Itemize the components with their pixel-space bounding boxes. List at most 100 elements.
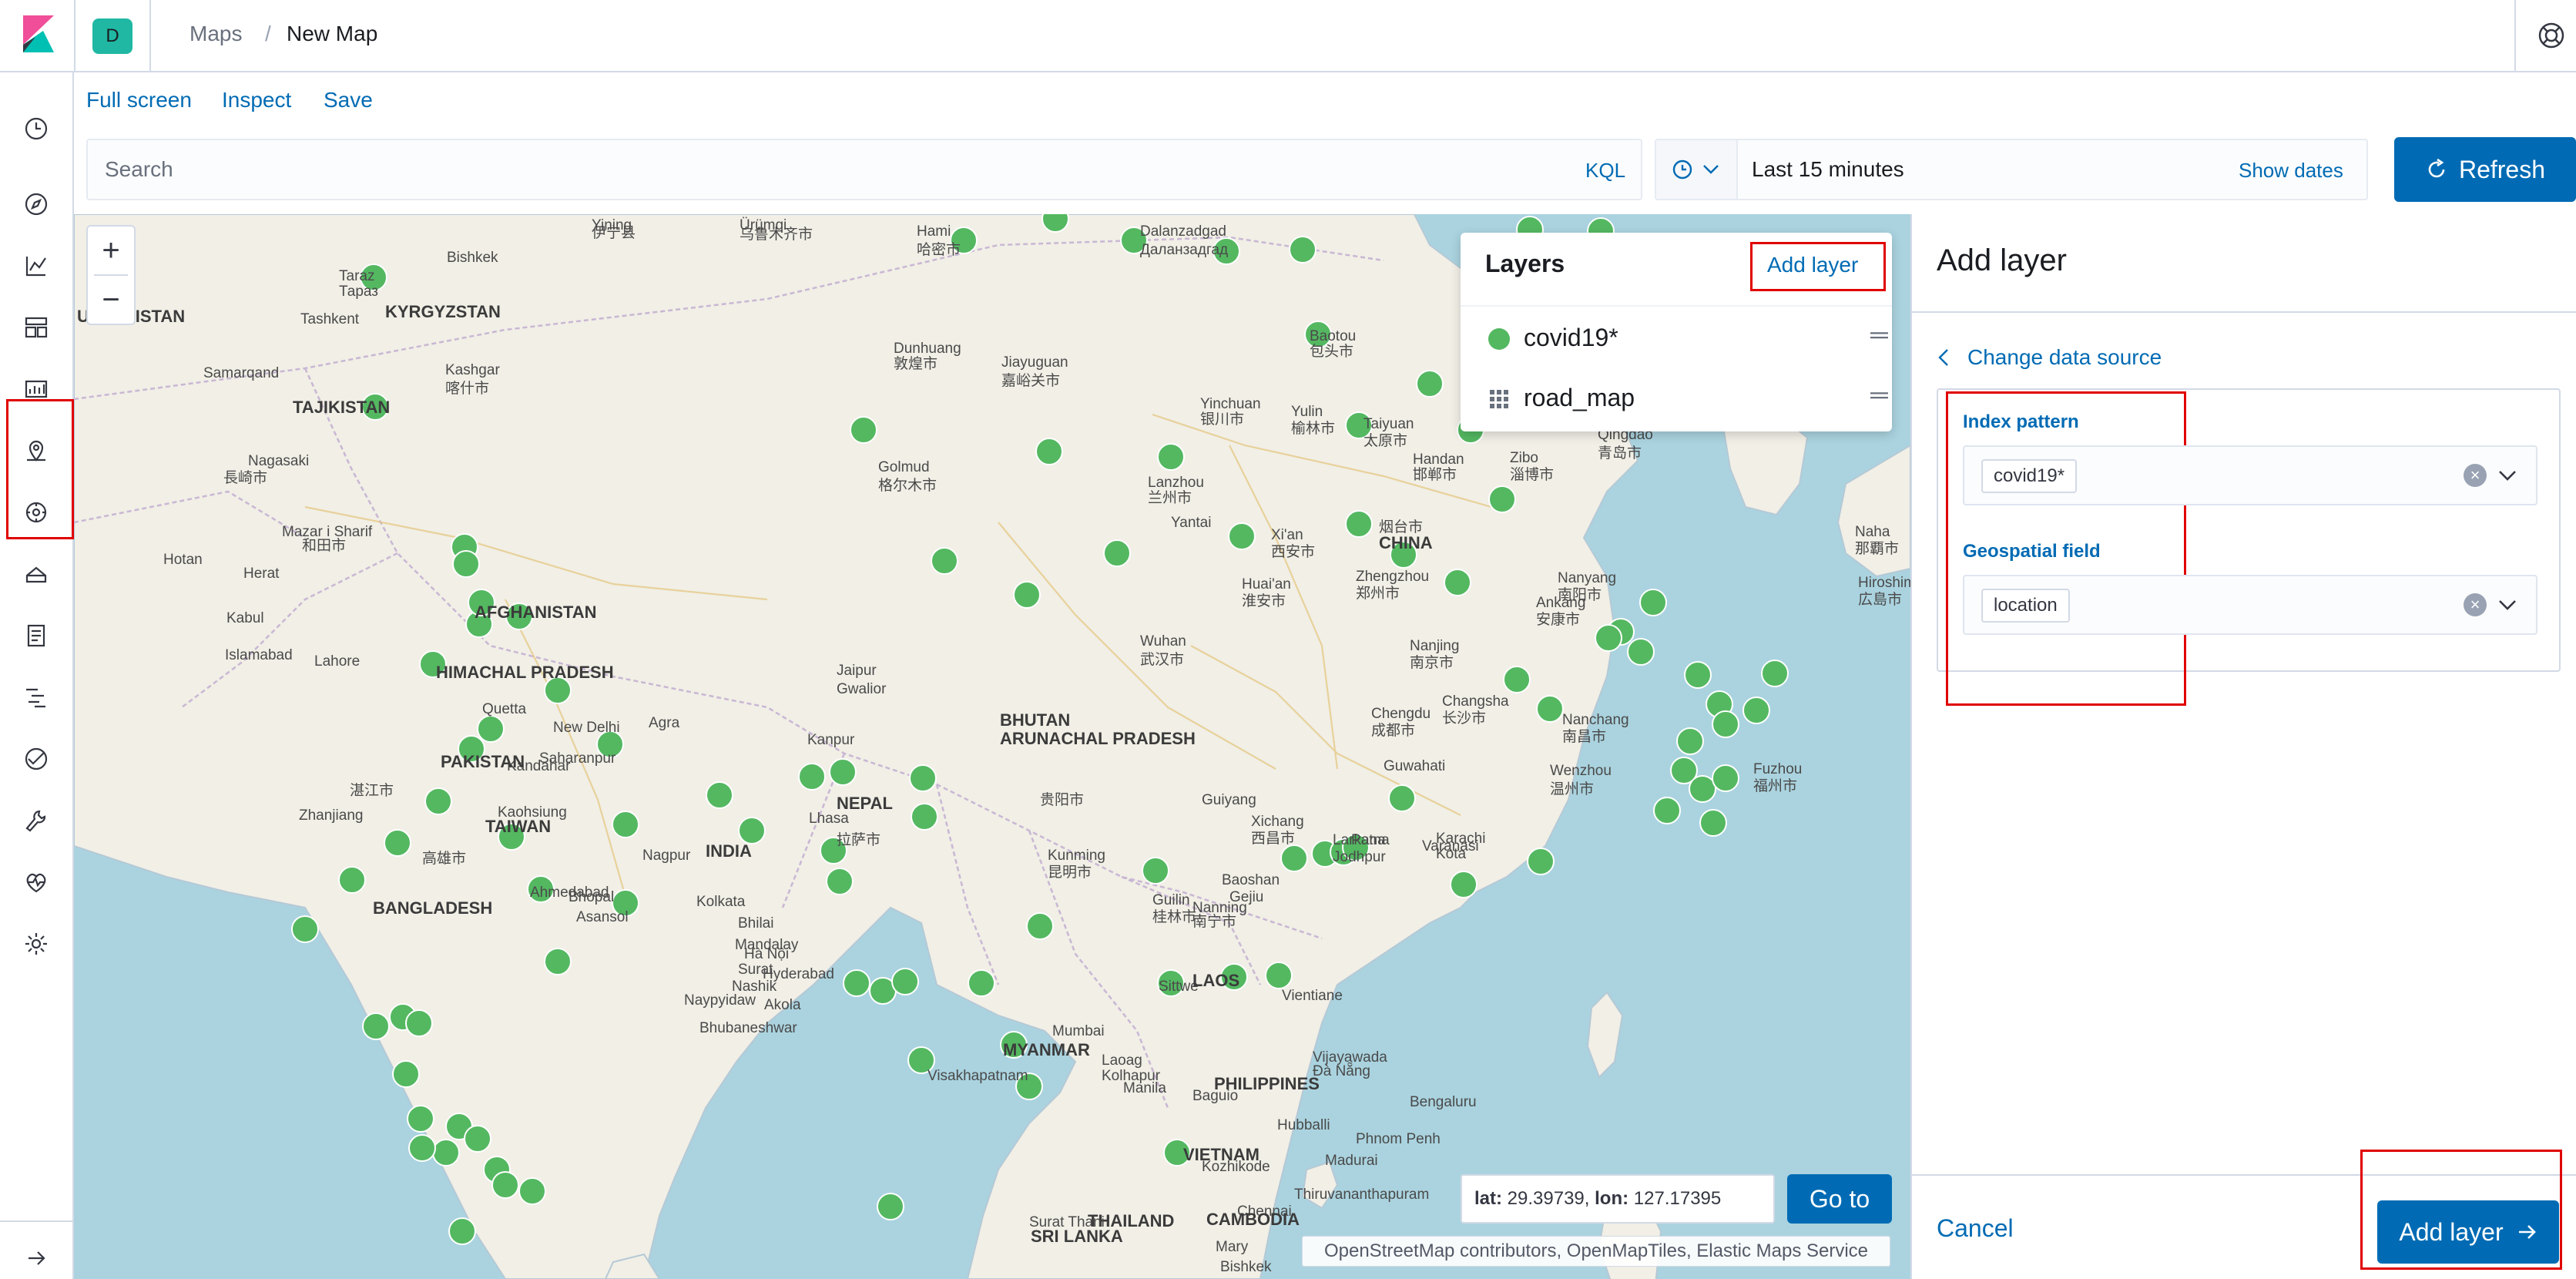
covid-point[interactable]	[1595, 624, 1622, 652]
covid-point[interactable]	[1345, 510, 1373, 538]
covid-point[interactable]	[1388, 784, 1416, 812]
kql-toggle[interactable]: KQL	[1585, 159, 1625, 183]
covid-point[interactable]	[491, 1171, 519, 1199]
dashboard-icon[interactable]	[18, 310, 54, 345]
covid-point[interactable]	[911, 803, 938, 831]
covid-point[interactable]	[291, 915, 319, 943]
clear-icon[interactable]: ×	[2464, 464, 2487, 487]
covid-point[interactable]	[1503, 666, 1531, 693]
breadcrumb-maps[interactable]: Maps	[190, 22, 242, 46]
covid-point[interactable]	[1761, 660, 1789, 687]
layer-item[interactable]: road_map ═	[1488, 378, 1888, 416]
logs-icon[interactable]	[18, 618, 54, 653]
monitoring-icon[interactable]	[18, 864, 54, 900]
index-pattern-select[interactable]: covid19* ×	[1963, 445, 2537, 505]
covid-point[interactable]	[1684, 661, 1712, 689]
covid-point[interactable]	[1653, 797, 1681, 824]
covid-point[interactable]	[1536, 695, 1564, 723]
covid-point[interactable]	[464, 1125, 491, 1153]
layer-item[interactable]: covid19* ═	[1488, 317, 1888, 356]
covid-point[interactable]	[1742, 697, 1770, 724]
space-avatar[interactable]: D	[92, 18, 132, 54]
covid-point[interactable]	[1699, 809, 1727, 837]
covid-point[interactable]	[829, 758, 857, 786]
collapse-nav-icon[interactable]	[18, 1240, 54, 1276]
help-icon[interactable]	[2537, 22, 2565, 49]
map-attribution[interactable]: OpenStreetMap contributors, OpenMapTiles…	[1302, 1236, 1890, 1267]
chevron-down-icon[interactable]	[2497, 468, 2517, 484]
covid-point[interactable]	[518, 1177, 546, 1205]
geospatial-field-select[interactable]: location ×	[1963, 575, 2537, 635]
covid-point[interactable]	[477, 715, 505, 743]
covid-point[interactable]	[1689, 775, 1716, 803]
covid-point[interactable]	[843, 969, 870, 997]
covid-point[interactable]	[826, 868, 854, 895]
covid-point[interactable]	[931, 547, 958, 575]
dev-tools-icon[interactable]	[18, 803, 54, 838]
covid-point[interactable]	[392, 1060, 420, 1088]
change-data-source-link[interactable]: Change data source	[1937, 342, 2162, 373]
covid-point[interactable]	[968, 969, 995, 997]
covid-point[interactable]	[448, 1217, 476, 1245]
refresh-button[interactable]: Refresh	[2394, 137, 2576, 202]
show-dates-link[interactable]: Show dates	[2239, 159, 2343, 183]
coordinate-display[interactable]: lat: 29.39739, lon: 127.17395	[1461, 1174, 1775, 1224]
zoom-out-button[interactable]: −	[88, 276, 134, 324]
covid-point[interactable]	[1035, 438, 1063, 465]
covid-point[interactable]	[1280, 844, 1308, 872]
covid-point[interactable]	[1103, 539, 1131, 567]
add-layer-link[interactable]: Add layer	[1767, 253, 1858, 277]
covid-point[interactable]	[1488, 485, 1516, 513]
cancel-button[interactable]: Cancel	[1937, 1214, 2014, 1243]
zoom-in-button[interactable]: +	[88, 227, 134, 274]
covid-point[interactable]	[338, 866, 366, 894]
covid-point[interactable]	[1013, 581, 1041, 609]
search-bar[interactable]: Search KQL	[86, 139, 1642, 200]
covid-point[interactable]	[1289, 236, 1317, 264]
drag-handle-icon[interactable]: ═	[1870, 381, 1888, 409]
covid-point[interactable]	[1676, 727, 1704, 755]
uptime-icon[interactable]	[18, 741, 54, 777]
quick-select-button[interactable]	[1656, 140, 1738, 199]
covid-point[interactable]	[877, 1193, 904, 1220]
visualize-icon[interactable]	[18, 248, 54, 284]
apm-icon[interactable]	[18, 680, 54, 715]
inspect-link[interactable]: Inspect	[222, 88, 291, 112]
covid-point[interactable]	[452, 550, 480, 578]
management-icon[interactable]	[18, 926, 54, 962]
maps-icon[interactable]	[18, 433, 54, 468]
add-layer-button[interactable]: Add layer	[2377, 1200, 2559, 1264]
clock-icon[interactable]	[18, 111, 54, 146]
covid-point[interactable]	[405, 1009, 433, 1037]
covid-point[interactable]	[1444, 569, 1471, 596]
chevron-down-icon[interactable]	[2497, 598, 2517, 613]
clear-icon[interactable]: ×	[2464, 593, 2487, 616]
covid-point[interactable]	[1450, 871, 1478, 898]
infrastructure-icon[interactable]	[18, 556, 54, 592]
covid-point[interactable]	[1416, 370, 1444, 398]
covid-point[interactable]	[850, 416, 877, 444]
drag-handle-icon[interactable]: ═	[1870, 321, 1888, 349]
covid-point[interactable]	[1265, 962, 1293, 989]
search-input[interactable]: Search	[105, 157, 173, 182]
covid-point[interactable]	[408, 1134, 436, 1162]
covid-point[interactable]	[1639, 589, 1667, 616]
covid-point[interactable]	[1627, 638, 1655, 666]
kibana-logo-icon[interactable]	[18, 14, 59, 54]
covid-point[interactable]	[362, 1012, 390, 1040]
covid-point[interactable]	[738, 817, 766, 844]
covid-point[interactable]	[544, 948, 572, 975]
covid-point[interactable]	[1527, 848, 1555, 875]
covid-point[interactable]	[1712, 710, 1739, 738]
covid-point[interactable]	[798, 763, 826, 791]
full-screen-link[interactable]: Full screen	[86, 88, 192, 112]
covid-point[interactable]	[1142, 857, 1169, 885]
save-link[interactable]: Save	[324, 88, 373, 112]
date-picker[interactable]: Last 15 minutes Show dates	[1655, 139, 2368, 200]
covid-point[interactable]	[1228, 522, 1256, 550]
covid-point[interactable]	[384, 829, 411, 857]
covid-point[interactable]	[407, 1105, 434, 1133]
covid-point[interactable]	[1157, 443, 1185, 471]
compass-icon[interactable]	[18, 186, 54, 222]
covid-point[interactable]	[612, 811, 639, 838]
